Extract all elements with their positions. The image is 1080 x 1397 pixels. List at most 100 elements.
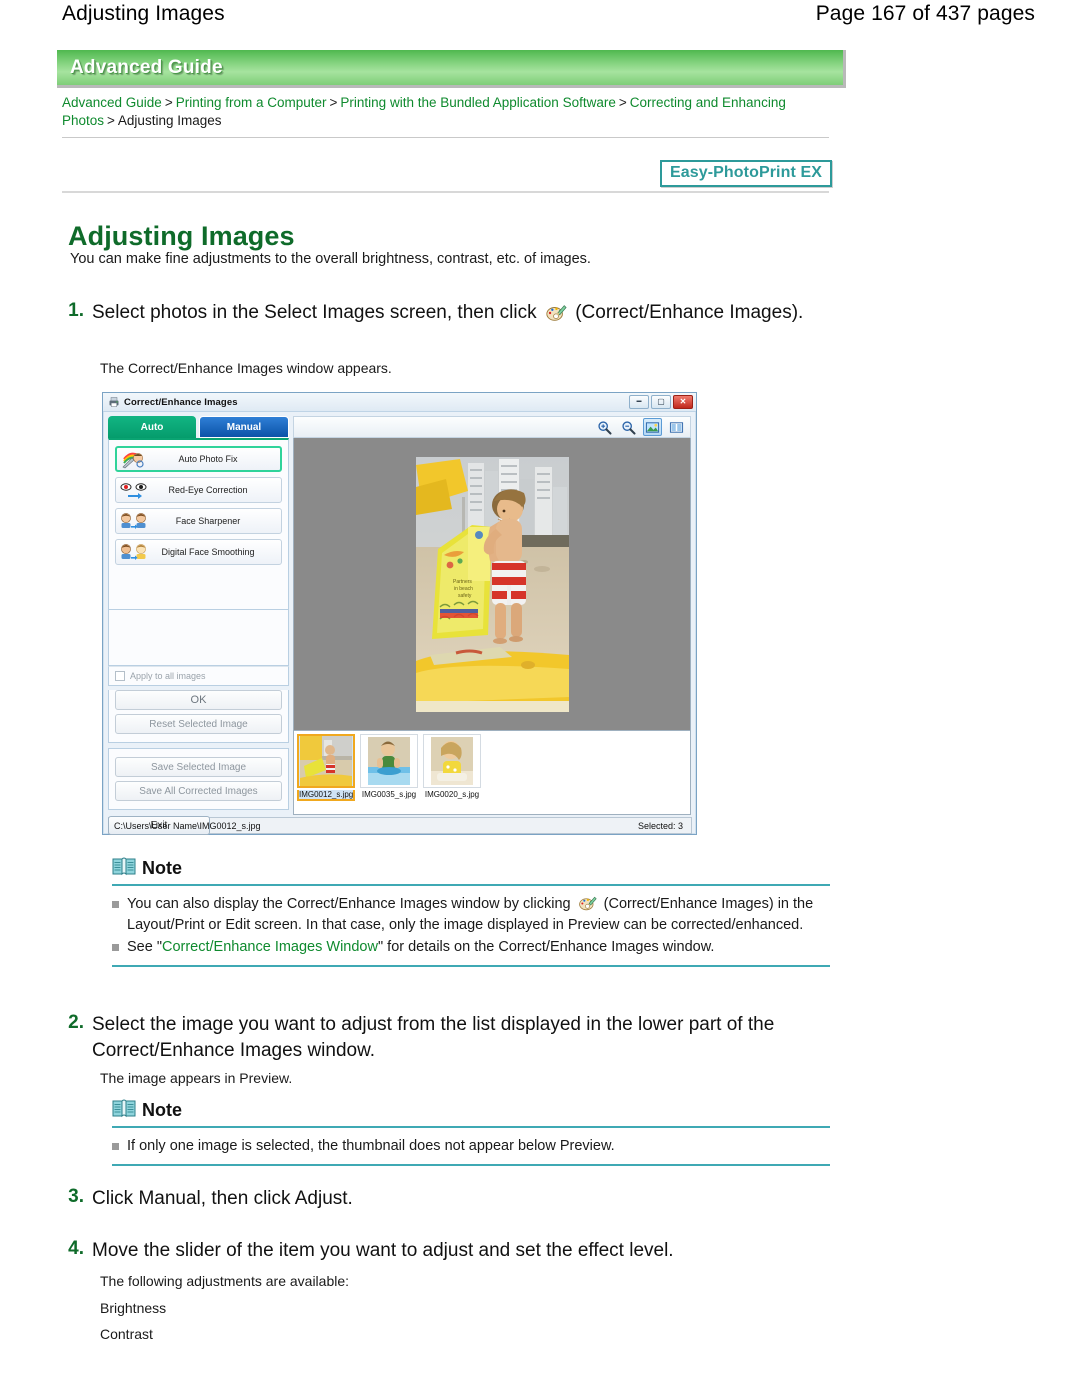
save-selected-image-button[interactable]: Save Selected Image — [115, 757, 282, 777]
note-block-2: Note If only one image is selected, the … — [112, 1098, 830, 1166]
correct-enhance-palette-icon — [545, 302, 567, 324]
zoom-in-icon[interactable] — [595, 418, 614, 436]
step-3-body: Click Manual, then click Adjust. — [92, 1188, 353, 1209]
note-book-icon — [112, 1098, 136, 1123]
advanced-guide-banner-label: Advanced Guide — [70, 56, 223, 78]
bullet-icon — [112, 1143, 119, 1150]
step-2-body: Select the image you want to adjust from… — [92, 1014, 775, 1061]
thumbnail-caption: IMG0020_s.jpg — [424, 790, 480, 799]
correct-enhance-images-window-link[interactable]: Correct/Enhance Images Window — [162, 939, 378, 955]
step-2-number: 2. — [68, 1012, 84, 1033]
page-number: Page 167 of 437 pages — [815, 2, 1035, 25]
step-3-number: 3. — [68, 1186, 84, 1207]
tab-auto[interactable]: Auto — [108, 416, 196, 438]
auto-photo-fix-button[interactable]: Auto Photo Fix — [115, 446, 282, 472]
note-1-rule-bottom — [112, 965, 830, 967]
auto-tab-panel: Auto Photo Fix Red-Eye Correction Face S… — [108, 438, 289, 610]
digital-face-smoothing-label: Digital Face Smoothing — [161, 547, 255, 557]
preview-toolbar — [293, 416, 691, 438]
document-page: Adjusting Images Page 167 of 437 pages A… — [0, 0, 1080, 1397]
advanced-guide-banner: Advanced Guide — [57, 50, 846, 88]
adjustment-item-contrast: Contrast — [100, 1326, 153, 1342]
note-1-items: You can also display the Correct/Enhance… — [112, 894, 830, 958]
zoom-out-icon[interactable] — [619, 418, 638, 436]
step-4-number: 4. — [68, 1238, 84, 1259]
status-selected-count: Selected: 3 — [637, 820, 683, 831]
note-1-header: Note — [112, 856, 830, 881]
intro-paragraph: You can make fine adjustments to the ove… — [70, 251, 591, 267]
settings-empty-area — [108, 610, 289, 666]
step-4: 4. Move the slider of the item you want … — [62, 1238, 852, 1264]
face-sharpener-button[interactable]: Face Sharpener — [115, 508, 282, 534]
note-block-1: Note You can also display the Correct/En… — [112, 856, 830, 967]
note-1-item-2-text-b: " for details on the Correct/Enhance Ima… — [377, 939, 715, 955]
breadcrumb-item-current: Adjusting Images — [117, 113, 222, 128]
step-2-result: The image appears in Preview. — [100, 1070, 293, 1086]
ok-button[interactable]: OK — [115, 690, 282, 710]
breadcrumb-divider — [62, 137, 829, 138]
apply-to-all-images-checkbox[interactable] — [115, 671, 125, 681]
compare-view-icon[interactable] — [667, 418, 686, 436]
breadcrumb-separator: > — [618, 95, 627, 110]
step-1-body: Select photos in the Select Images scree… — [92, 300, 803, 326]
breadcrumb-item-printing-with-bundled-software[interactable]: Printing with the Bundled Application So… — [340, 95, 615, 110]
tab-manual[interactable]: Manual — [199, 416, 289, 438]
correct-enhance-palette-icon — [578, 894, 597, 913]
app-window-title: Correct/Enhance Images — [124, 396, 238, 408]
svg-text:in beach: in beach — [454, 586, 473, 592]
red-eye-correction-button[interactable]: Red-Eye Correction — [115, 477, 282, 503]
face-sharpener-icon — [119, 511, 149, 531]
thumbnail-item[interactable]: IMG0012_s.jpg — [297, 734, 355, 801]
breadcrumb-item-advanced-guide[interactable]: Advanced Guide — [62, 95, 162, 110]
note-1-item-2-text-a: See " — [127, 939, 162, 955]
step-4-body: Move the slider of the item you want to … — [92, 1240, 674, 1261]
page-title: Adjusting Images — [68, 221, 295, 252]
ok-reset-group: OK Reset Selected Image — [108, 690, 289, 743]
running-head-title: Adjusting Images — [62, 2, 225, 25]
svg-text:Partners: Partners — [453, 579, 472, 585]
breadcrumb-item-printing-from-a-computer[interactable]: Printing from a Computer — [176, 95, 327, 110]
save-all-corrected-images-button[interactable]: Save All Corrected Images — [115, 781, 282, 801]
title-divider — [62, 191, 829, 193]
breadcrumb: Advanced Guide > Printing from a Computer >… — [62, 94, 797, 130]
reset-selected-image-button[interactable]: Reset Selected Image — [115, 714, 282, 734]
thumbnail-image — [297, 734, 355, 788]
note-2-rule-bottom — [112, 1164, 830, 1166]
note-2-item-1: If only one image is selected, the thumb… — [112, 1136, 830, 1157]
minimize-icon[interactable]: ━ — [629, 395, 649, 409]
close-icon[interactable]: ✕ — [673, 395, 693, 409]
red-eye-icon — [119, 480, 149, 500]
bullet-icon — [112, 901, 119, 908]
running-head: Adjusting Images Page 167 of 437 pages — [0, 0, 1080, 42]
whole-image-view-icon[interactable] — [643, 418, 662, 436]
step-1-result: The Correct/Enhance Images window appear… — [100, 360, 392, 376]
preview-photo-beach-toddler: Partners in beach safety — [415, 456, 569, 712]
correction-panel: Auto Manual Auto Photo Fix Red-Eye Corre… — [103, 412, 293, 835]
preview-panel: Partners in beach safety IMG0012_s.jpg I… — [293, 412, 696, 815]
thumbnail-item[interactable]: IMG0020_s.jpg — [423, 734, 481, 799]
step-4-result: The following adjustments are available: — [100, 1273, 350, 1289]
digital-face-smoothing-button[interactable]: Digital Face Smoothing — [115, 539, 282, 565]
apply-to-all-images-row[interactable]: Apply to all images — [108, 666, 289, 686]
note-1-rule-top — [112, 884, 830, 886]
save-group: Save Selected Image Save All Corrected I… — [108, 748, 289, 810]
step-2: 2. Select the image you want to adjust f… — [62, 1012, 852, 1064]
step-1: 1. Select photos in the Select Images sc… — [62, 300, 822, 326]
apply-to-all-images-label: Apply to all images — [130, 671, 206, 681]
thumbnail-caption: IMG0012_s.jpg — [297, 790, 355, 801]
maximize-icon[interactable]: ▢ — [651, 395, 671, 409]
auto-photo-fix-icon — [120, 449, 150, 469]
breadcrumb-separator: > — [107, 113, 115, 128]
note-1-item-1: You can also display the Correct/Enhance… — [112, 894, 830, 936]
app-printer-icon — [108, 396, 120, 408]
status-file-path: C:\Users\User Name\IMG0012_s.jpg — [114, 820, 261, 831]
note-1-title: Note — [142, 858, 182, 878]
note-2-header: Note — [112, 1098, 830, 1123]
app-titlebar: Correct/Enhance Images ━ ▢ ✕ — [103, 393, 696, 412]
app-body: Auto Manual Auto Photo Fix Red-Eye Corre… — [103, 412, 696, 835]
easy-photoprint-badge: Easy-PhotoPrint EX — [659, 160, 832, 187]
face-smoothing-icon — [119, 542, 149, 562]
note-2-title: Note — [142, 1100, 182, 1120]
thumbnail-item[interactable]: IMG0035_s.jpg — [360, 734, 418, 799]
preview-image-area[interactable]: Partners in beach safety — [293, 438, 691, 731]
